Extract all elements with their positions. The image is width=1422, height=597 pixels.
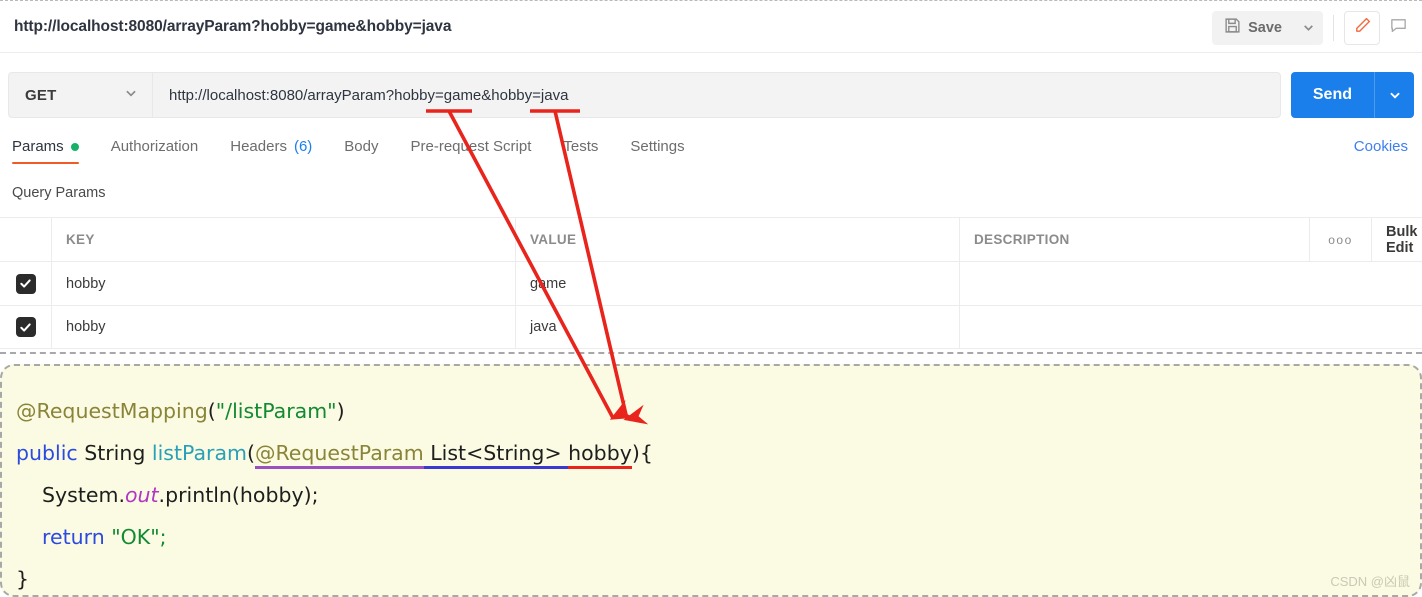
tab-params-label: Params (12, 138, 64, 155)
tab-pre-request-script-label: Pre-request Script (410, 138, 532, 155)
send-button[interactable]: Send (1291, 72, 1374, 118)
paren-close: ) (336, 399, 345, 423)
code-line-4: return "OK"; (16, 516, 1420, 558)
query-params-label: Query Params (12, 185, 106, 201)
code-line-5: } (16, 567, 30, 591)
watermark: CSDN @凶鼠 (1330, 574, 1410, 589)
tab-settings[interactable]: Settings (630, 133, 698, 167)
return-type: String (77, 441, 152, 465)
floppy-disk-icon (1224, 17, 1241, 38)
annotation-request-mapping: @RequestMapping (16, 399, 208, 423)
send-button-group: Send (1290, 72, 1414, 118)
tab-pre-request-script[interactable]: Pre-request Script (411, 133, 546, 167)
http-method-select[interactable]: GET (8, 72, 152, 118)
save-button-group: Save (1212, 10, 1323, 45)
system-object: System. (42, 483, 125, 507)
table-row: hobby game (0, 261, 1422, 305)
table-row: hobby java (0, 305, 1422, 349)
row-key[interactable]: hobby (52, 306, 516, 348)
row-key[interactable]: hobby (52, 262, 516, 305)
column-header-key: KEY (52, 218, 516, 261)
code-line-1: @RequestMapping("/listParam") (16, 390, 1420, 432)
keyword-public: public (16, 441, 78, 465)
request-titlebar: http://localhost:8080/arrayParam?hobby=g… (0, 2, 1422, 53)
return-value-string: "OK"; (111, 525, 167, 549)
tab-headers-label: Headers (230, 138, 287, 155)
param-name: hobby (568, 441, 632, 469)
tab-params[interactable]: Params (12, 133, 93, 167)
comment-icon (1389, 16, 1408, 40)
row-check-cell (0, 306, 52, 348)
titlebar-actions: Save (1212, 2, 1416, 53)
system-out-field: out (124, 483, 159, 507)
tab-body[interactable]: Body (344, 133, 392, 167)
request-title: http://localhost:8080/arrayParam?hobby=g… (14, 18, 452, 35)
mapping-path-string: "/listParam" (215, 399, 337, 423)
param-type: List<String> (423, 441, 569, 469)
save-button-label: Save (1248, 19, 1282, 36)
toolbar-divider (1333, 14, 1334, 41)
tab-headers[interactable]: Headers (6) (230, 133, 326, 167)
http-method-label: GET (25, 86, 57, 104)
paren-open: ( (207, 399, 216, 423)
pane-separator (0, 352, 1422, 354)
java-code-snippet: @RequestMapping("/listParam") public Str… (0, 364, 1422, 597)
save-button[interactable]: Save (1212, 11, 1293, 45)
code-line-2: public String listParam(@RequestParam Li… (16, 432, 1420, 474)
column-header-description: DESCRIPTION (960, 218, 1310, 261)
table-header-row: KEY VALUE DESCRIPTION ooo Bulk Edit (0, 217, 1422, 261)
request-tabs: Params Authorization Headers (6) Body Pr… (0, 133, 1422, 175)
row-value[interactable]: game (516, 262, 960, 305)
bulk-edit-button[interactable]: Bulk Edit (1372, 218, 1422, 261)
send-dropdown-button[interactable] (1374, 72, 1414, 118)
request-url-row: GET http://localhost:8080/arrayParam?hob… (0, 67, 1422, 123)
row-description[interactable] (960, 262, 1422, 305)
params-modified-dot-icon (70, 142, 79, 151)
row-value[interactable]: java (516, 306, 960, 348)
tab-authorization[interactable]: Authorization (111, 133, 213, 167)
row-check-cell (0, 262, 52, 305)
keyword-return: return (42, 525, 112, 549)
request-url-input[interactable]: http://localhost:8080/arrayParam?hobby=g… (152, 72, 1281, 118)
column-header-value: VALUE (516, 218, 960, 261)
println-call: .println(hobby); (158, 483, 319, 507)
tab-headers-count: (6) (293, 138, 313, 155)
pencil-icon (1353, 16, 1372, 40)
row-description[interactable] (960, 306, 1422, 348)
query-params-table: KEY VALUE DESCRIPTION ooo Bulk Edit hobb… (0, 217, 1422, 349)
paren-open: ( (246, 441, 255, 465)
save-dropdown-button[interactable] (1293, 11, 1323, 45)
postman-request-pane: http://localhost:8080/arrayParam?hobby=g… (0, 0, 1422, 597)
signature-tail: ){ (631, 441, 653, 465)
row-checkbox[interactable] (15, 317, 36, 337)
table-options-menu-icon[interactable]: ooo (1310, 218, 1372, 261)
tab-authorization-label: Authorization (110, 138, 199, 155)
tab-settings-label: Settings (630, 138, 685, 155)
cookies-link[interactable]: Cookies (1354, 138, 1408, 155)
request-url-value: http://localhost:8080/arrayParam?hobby=g… (169, 86, 569, 104)
tab-body-label: Body (344, 138, 379, 155)
code-line-3: System.out.println(hobby); (16, 474, 1420, 516)
method-name: listParam (151, 441, 247, 465)
chevron-down-icon (124, 86, 138, 105)
row-checkbox[interactable] (15, 273, 36, 294)
comment-button[interactable] (1380, 11, 1416, 45)
annotation-request-param: @RequestParam (254, 441, 424, 469)
edit-request-button[interactable] (1344, 10, 1380, 45)
header-check-cell (0, 218, 52, 261)
tab-tests[interactable]: Tests (563, 133, 612, 167)
tab-tests-label: Tests (563, 138, 599, 155)
